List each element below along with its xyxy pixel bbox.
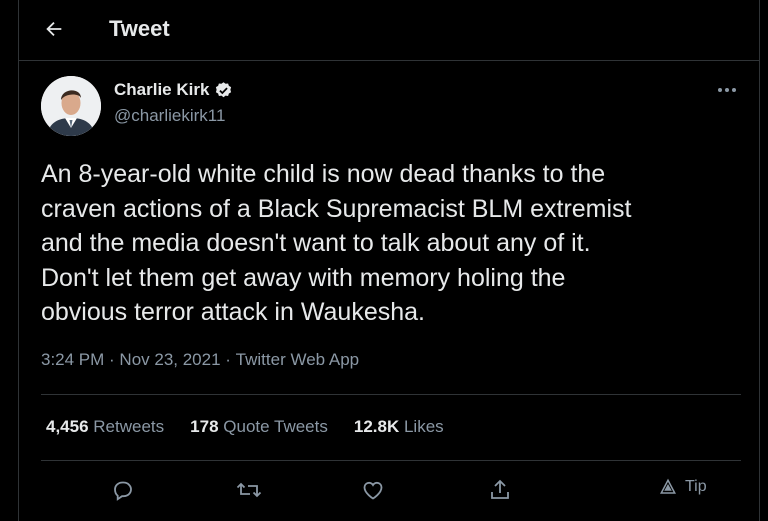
share-button[interactable]: [486, 476, 514, 504]
tweet-meta: 3:24 PM · Nov 23, 2021 · Twitter Web App: [41, 350, 359, 370]
tweet-time[interactable]: 3:24 PM: [41, 350, 104, 370]
meta-separator: ·: [104, 350, 120, 369]
tweet-text: An 8-year-old white child is now dead th…: [41, 157, 741, 330]
likes-stat[interactable]: 12.8K Likes: [354, 417, 444, 437]
retweets-label: Retweets: [93, 417, 165, 436]
retweet-button[interactable]: [235, 476, 263, 504]
tweet-source[interactable]: Twitter Web App: [236, 350, 359, 370]
quote-tweets-count: 178: [190, 417, 219, 436]
tip-button[interactable]: Tip: [659, 478, 707, 496]
page-title: Tweet: [109, 16, 170, 41]
quote-tweets-stat[interactable]: 178 Quote Tweets: [190, 417, 328, 437]
verified-badge-icon: [214, 81, 233, 100]
back-button[interactable]: [39, 14, 69, 44]
divider: [41, 460, 741, 461]
tweet-line: An 8-year-old white child is now dead th…: [41, 160, 606, 188]
share-icon: [491, 479, 509, 499]
tweet-line: Don't let them get away with memory holi…: [41, 263, 566, 292]
like-button[interactable]: [359, 476, 387, 504]
retweets-count: 4,456: [46, 417, 89, 436]
tweet-line: and the media doesn't want to talk about…: [41, 229, 591, 257]
divider: [41, 394, 741, 395]
tip-label: Tip: [685, 478, 707, 495]
quote-tweets-label: Quote Tweets: [223, 417, 328, 436]
back-arrow-icon: [46, 21, 62, 37]
retweet-icon: [236, 482, 262, 498]
like-icon: [363, 481, 383, 500]
tip-icon: [660, 478, 676, 494]
likes-count: 12.8K: [353, 417, 400, 436]
meta-separator: ·: [220, 350, 236, 369]
author-name-row: Charlie Kirk: [114, 80, 233, 100]
more-icon: [718, 88, 736, 92]
tweet-actions: Tip: [41, 470, 741, 510]
likes-label: Likes: [403, 417, 444, 436]
retweets-stat[interactable]: 4,456 Retweets: [46, 417, 164, 437]
tweet-line: obvious terror attack in Waukesha.: [41, 298, 425, 326]
avatar[interactable]: [41, 76, 101, 136]
top-bar: Tweet: [19, 0, 759, 61]
tweet-date[interactable]: Nov 23, 2021: [119, 350, 220, 370]
reply-icon: [114, 481, 132, 501]
more-button[interactable]: [715, 80, 739, 100]
author-name[interactable]: Charlie Kirk: [114, 80, 209, 100]
author-handle[interactable]: @charliekirk11: [114, 106, 225, 126]
tweet-line: craven actions of a Black Supremacist BL…: [41, 194, 632, 223]
reply-button[interactable]: [109, 476, 137, 504]
tweet-page: Tweet Charlie Kirk @charliekirk11 An 8-y…: [18, 0, 760, 521]
avatar-image: [41, 76, 101, 136]
tweet-stats: 4,456 Retweets 178 Quote Tweets 12.8K Li…: [46, 417, 470, 437]
